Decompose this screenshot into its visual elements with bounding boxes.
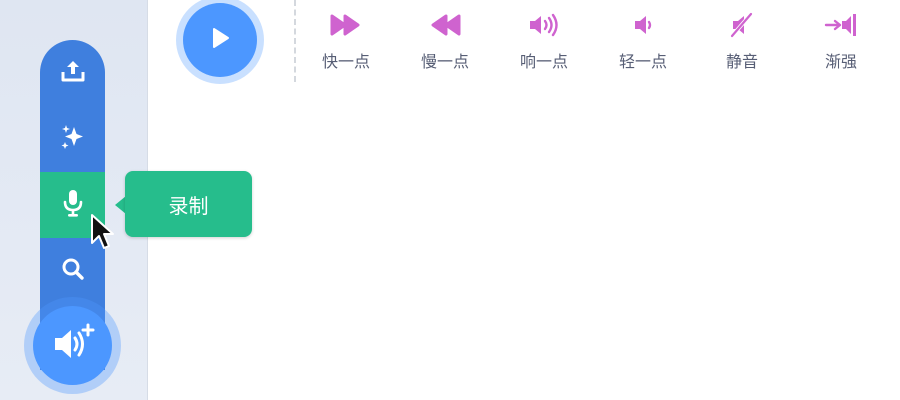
effect-label: 慢一点 (420, 52, 469, 71)
effect-label: 静音 (725, 52, 758, 71)
toolbar-divider (294, 0, 296, 82)
search-icon (60, 256, 86, 286)
faster-icon (329, 8, 363, 42)
surprise-button[interactable] (40, 106, 105, 172)
mouse-cursor-icon (90, 213, 116, 259)
effect-faster-button[interactable]: 快一点 (311, 8, 381, 74)
effect-slower-button[interactable]: 慢一点 (410, 8, 480, 74)
speaker-plus-icon (49, 322, 97, 370)
upload-icon (60, 58, 86, 88)
sparkle-icon (59, 123, 87, 155)
add-sound-button[interactable] (33, 306, 112, 385)
effect-label: 轻一点 (618, 52, 667, 71)
louder-icon (527, 8, 561, 42)
tooltip-label: 录制 (168, 193, 209, 218)
fade-in-icon (824, 8, 858, 42)
microphone-icon (60, 188, 86, 222)
effect-label: 渐强 (824, 52, 857, 71)
softer-icon (626, 8, 660, 42)
effect-fade-in-button[interactable]: 渐强 (806, 8, 876, 74)
upload-sound-button[interactable] (40, 40, 105, 106)
effect-label: 快一点 (321, 52, 370, 71)
effect-label: 响一点 (519, 52, 568, 71)
slower-icon (428, 8, 462, 42)
effect-mute-button[interactable]: 静音 (707, 8, 777, 74)
play-sound-button[interactable] (183, 3, 257, 77)
mute-icon (725, 8, 759, 42)
play-icon (208, 26, 232, 54)
effect-louder-button[interactable]: 响一点 (509, 8, 579, 74)
effect-softer-button[interactable]: 轻一点 (608, 8, 678, 74)
record-tooltip: 录制 (125, 171, 252, 237)
